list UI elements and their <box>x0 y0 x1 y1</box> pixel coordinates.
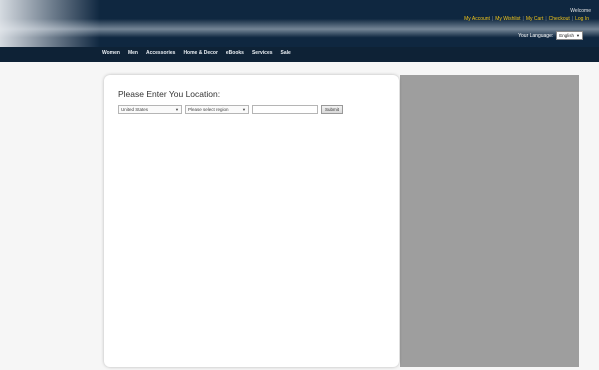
language-label: Your Language: <box>518 32 554 39</box>
country-select[interactable]: United States ▼ <box>118 105 182 114</box>
language-value: English <box>559 33 575 38</box>
location-form: United States ▼ Please select region ▼ S… <box>118 105 344 114</box>
chevron-down-icon: ▼ <box>242 107 246 112</box>
nav-items: Women Men Accessories Home & Decor eBook… <box>102 49 291 57</box>
submit-button[interactable]: Submit <box>321 105 344 114</box>
welcome-message: Welcome <box>570 8 591 14</box>
nav-item-home-decor[interactable]: Home & Decor <box>183 49 217 57</box>
my-cart-link[interactable]: My Cart <box>524 16 546 22</box>
log-in-link[interactable]: Log In <box>573 16 591 22</box>
checkout-link[interactable]: Checkout <box>547 16 572 22</box>
country-value: United States <box>121 107 149 112</box>
modal-title: Please Enter You Location: <box>118 89 221 99</box>
header-logo-area <box>0 0 100 47</box>
nav-item-women[interactable]: Women <box>102 49 120 57</box>
nav-item-services[interactable]: Services <box>252 49 273 57</box>
nav-item-accessories[interactable]: Accessories <box>146 49 175 57</box>
postcode-input[interactable] <box>252 105 318 114</box>
region-select[interactable]: Please select region ▼ <box>185 105 249 114</box>
chevron-down-icon: ▼ <box>576 33 580 38</box>
page: Welcome My Account | My Wishlist | My Ca… <box>0 0 599 370</box>
nav-item-sale[interactable]: Sale <box>281 49 291 57</box>
my-account-link[interactable]: My Account <box>462 16 492 22</box>
main-nav <box>0 47 599 62</box>
overlay-panel <box>400 75 579 367</box>
nav-item-men[interactable]: Men <box>128 49 138 57</box>
nav-item-ebooks[interactable]: eBooks <box>226 49 244 57</box>
location-modal: Please Enter You Location: United States… <box>104 75 399 367</box>
language-switcher: Your Language: English ▼ <box>518 31 583 40</box>
language-select[interactable]: English ▼ <box>556 31 583 40</box>
region-value: Please select region <box>188 107 229 112</box>
account-links: My Account | My Wishlist | My Cart | Che… <box>462 16 591 22</box>
my-wishlist-link[interactable]: My Wishlist <box>493 16 522 22</box>
chevron-down-icon: ▼ <box>175 107 179 112</box>
